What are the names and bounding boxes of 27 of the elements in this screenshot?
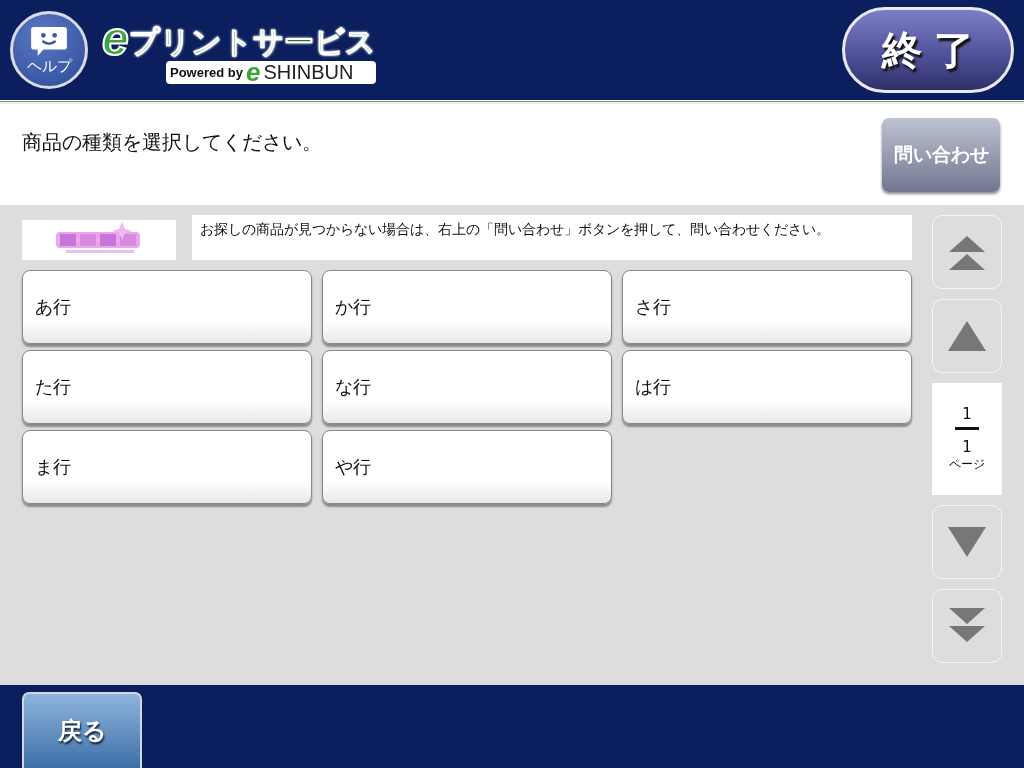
next-page-button[interactable]	[932, 505, 1002, 579]
category-button[interactable]: さ行	[622, 270, 912, 344]
chat-face-icon	[30, 24, 68, 57]
category-button[interactable]: や行	[322, 430, 612, 504]
brand-mark: e	[245, 61, 261, 83]
up-arrow-icon	[947, 319, 987, 353]
notice-text: お探しの商品が見つからない場合は、右上の「問い合わせ」ボタンを押して、問い合わせください。	[192, 215, 912, 260]
category-button[interactable]: ま行	[22, 430, 312, 504]
instruction-text: 商品の種類を選択してください。	[22, 129, 322, 156]
brand-name: SHINBUN	[263, 60, 354, 84]
powered-by-text: Powered by	[170, 64, 243, 80]
category-button[interactable]: か行	[322, 270, 612, 344]
total-pages: 1	[962, 438, 972, 456]
category-button[interactable]: た行	[22, 350, 312, 424]
exit-button[interactable]: 終 了	[842, 7, 1014, 93]
last-page-button[interactable]	[932, 589, 1002, 663]
current-page: 1	[962, 405, 972, 423]
previous-page-button[interactable]	[932, 299, 1002, 373]
down-arrow-icon	[947, 525, 987, 559]
help-button[interactable]: ヘルプ	[10, 11, 88, 89]
category-button[interactable]: な行	[322, 350, 612, 424]
category-button[interactable]: は行	[622, 350, 912, 424]
category-button[interactable]: あ行	[22, 270, 312, 344]
logo-title: プリントサービス	[128, 22, 376, 61]
first-page-button[interactable]	[932, 215, 1002, 289]
page-unit: ページ	[949, 456, 985, 473]
logo-mark: e	[102, 16, 129, 61]
